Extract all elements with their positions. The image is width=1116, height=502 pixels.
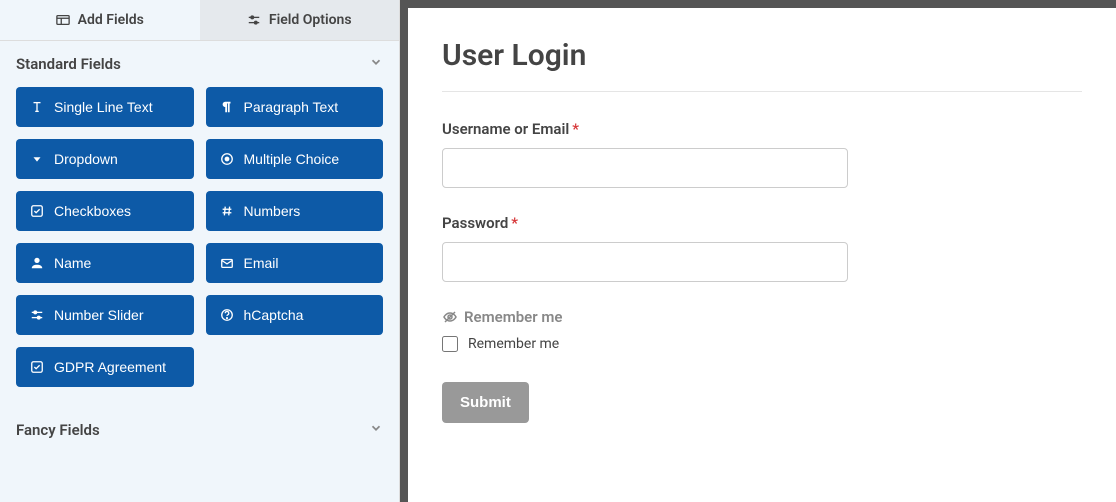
mail-icon [220, 256, 234, 270]
field-hcaptcha[interactable]: hCaptcha [206, 295, 384, 335]
field-checkboxes[interactable]: Checkboxes [16, 191, 194, 231]
field-label: Single Line Text [54, 99, 153, 115]
field-label: Paragraph Text [244, 99, 339, 115]
field-label: Email [244, 255, 279, 271]
field-email[interactable]: Email [206, 243, 384, 283]
username-input[interactable] [442, 148, 848, 188]
field-label: Name [54, 255, 91, 271]
caret-down-icon [30, 152, 44, 166]
remember-header: Remember me [442, 308, 1082, 326]
check-icon [30, 360, 44, 374]
sidebar: Add Fields Field Options Standard Fields… [0, 0, 400, 502]
field-numbers[interactable]: Numbers [206, 191, 384, 231]
password-input[interactable] [442, 242, 848, 282]
radio-icon [220, 152, 234, 166]
field-label: GDPR Agreement [54, 359, 166, 375]
user-icon [30, 256, 44, 270]
chevron-down-icon [369, 55, 383, 73]
submit-button[interactable]: Submit [442, 382, 529, 423]
required-mark: * [572, 120, 579, 138]
field-number-slider[interactable]: Number Slider [16, 295, 194, 335]
required-mark: * [511, 214, 518, 232]
section-standard-fields[interactable]: Standard Fields [0, 41, 399, 87]
label-text: Password [442, 214, 508, 232]
field-name[interactable]: Name [16, 243, 194, 283]
field-gdpr-agreement[interactable]: GDPR Agreement [16, 347, 194, 387]
tab-add-fields[interactable]: Add Fields [0, 0, 200, 40]
field-single-line-text[interactable]: Single Line Text [16, 87, 194, 127]
remember-checkbox[interactable] [442, 336, 458, 352]
hash-icon [220, 204, 234, 218]
tab-label: Field Options [269, 12, 352, 28]
chevron-down-icon [369, 421, 383, 439]
field-paragraph-text[interactable]: Paragraph Text [206, 87, 384, 127]
help-icon [220, 308, 234, 322]
username-label: Username or Email* [442, 120, 1082, 138]
sliders-icon [30, 308, 44, 322]
section-title: Fancy Fields [16, 421, 100, 439]
standard-fields-grid: Single Line Text Paragraph Text Dropdown… [0, 87, 399, 407]
pilcrow-icon [220, 100, 234, 114]
divider [442, 91, 1082, 92]
remember-header-text: Remember me [464, 308, 562, 326]
form-preview: User Login Username or Email* Password* … [408, 8, 1116, 502]
section-title: Standard Fields [16, 55, 121, 73]
eye-off-icon [442, 309, 458, 325]
field-password[interactable]: Password* [442, 214, 1082, 282]
text-icon [30, 100, 44, 114]
form-title: User Login [442, 38, 1082, 73]
field-label: hCaptcha [244, 307, 304, 323]
field-dropdown[interactable]: Dropdown [16, 139, 194, 179]
label-text: Username or Email [442, 120, 569, 138]
tabs: Add Fields Field Options [0, 0, 399, 41]
tab-field-options[interactable]: Field Options [200, 0, 400, 40]
section-fancy-fields[interactable]: Fancy Fields [0, 407, 399, 453]
remember-checkbox-row: Remember me [442, 336, 1082, 352]
preview-area: User Login Username or Email* Password* … [400, 0, 1116, 502]
password-label: Password* [442, 214, 1082, 232]
layout-icon [56, 13, 70, 27]
remember-label: Remember me [468, 336, 559, 352]
field-label: Number Slider [54, 307, 143, 323]
tab-label: Add Fields [78, 12, 144, 28]
field-multiple-choice[interactable]: Multiple Choice [206, 139, 384, 179]
field-label: Numbers [244, 203, 301, 219]
sliders-icon [247, 13, 261, 27]
field-label: Checkboxes [54, 203, 131, 219]
check-icon [30, 204, 44, 218]
field-username[interactable]: Username or Email* [442, 120, 1082, 188]
field-label: Dropdown [54, 151, 118, 167]
field-label: Multiple Choice [244, 151, 340, 167]
